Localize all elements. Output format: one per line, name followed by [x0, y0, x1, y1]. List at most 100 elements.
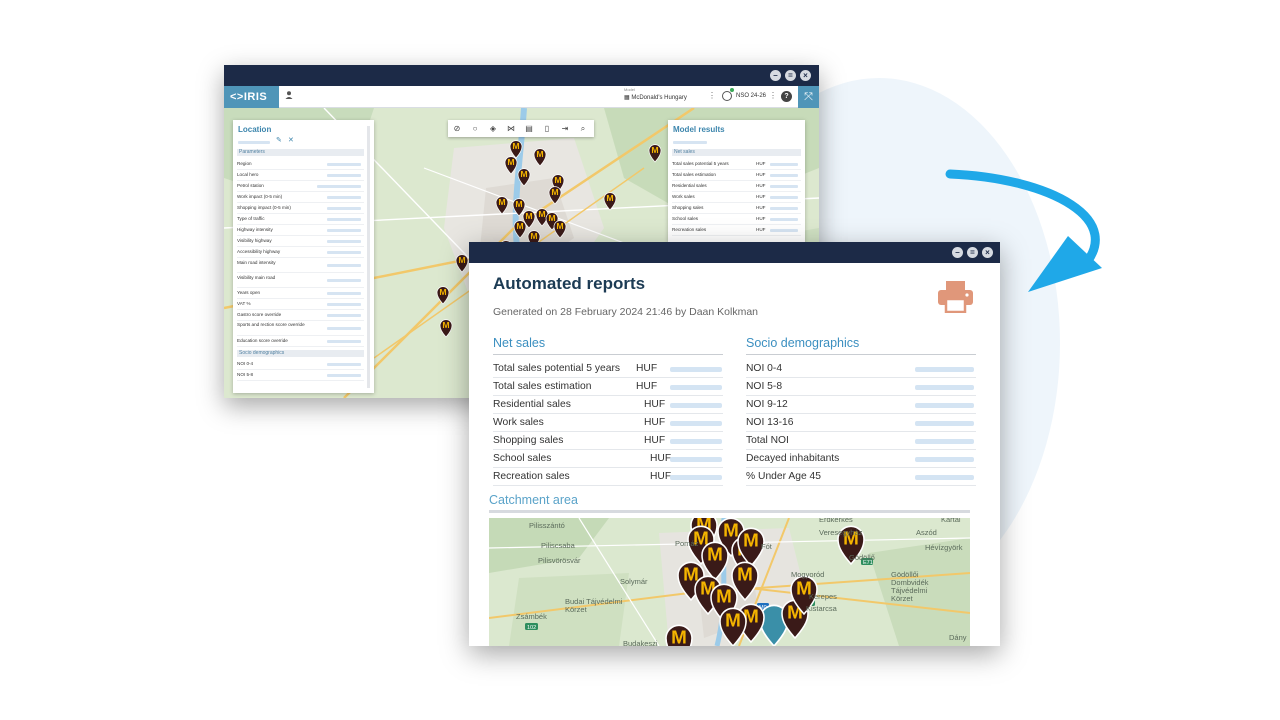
location-param-bar — [327, 240, 361, 243]
net-sales-row: School sales HUF — [493, 450, 723, 468]
socio-demo-row: NOI 9-12 — [746, 396, 976, 414]
flow-arrow-icon — [945, 169, 1102, 292]
location-param-label: Highway intensity — [237, 227, 273, 232]
report-icon[interactable]: ▯ — [538, 120, 556, 137]
svg-text:M: M — [606, 193, 613, 203]
location-value-bar — [238, 141, 270, 144]
results-label: Total sales estimation — [672, 172, 716, 177]
export-icon[interactable]: ⇥ — [556, 120, 574, 137]
location-param-bar — [327, 279, 361, 282]
more-icon-2[interactable]: ⋮ — [769, 91, 777, 100]
location-param-row[interactable]: Visibility main road — [237, 273, 364, 288]
store-marker-icon[interactable]: M — [665, 624, 693, 647]
results-bar — [770, 229, 798, 232]
location-param-bar — [327, 218, 361, 221]
map-place-label: Piliscsaba — [541, 541, 575, 550]
location-param-row[interactable]: Accessibility highway — [237, 247, 364, 258]
svg-text:M: M — [554, 175, 561, 185]
net-sales-label: Shopping sales — [493, 435, 564, 446]
net-sales-unit: HUF — [650, 471, 672, 482]
map-place-label: Dány — [949, 633, 967, 642]
location-param-row[interactable]: Highway intensity — [237, 225, 364, 236]
results-row: Total sales estimation HUF — [672, 170, 801, 181]
socio-demo-label: NOI 13-16 — [746, 417, 794, 428]
location-param-row[interactable]: Shopping impact (0-5 min) — [237, 203, 364, 214]
socio-demo-label: NOI 9-12 — [746, 399, 788, 410]
location-param-row[interactable]: Work impact (0-5 min) — [237, 192, 364, 203]
socio-row[interactable]: NOI 0-4 — [237, 359, 364, 370]
socio-demo-row: % Under Age 45 — [746, 468, 976, 486]
results-label: Recreation sales — [672, 227, 707, 232]
location-param-row[interactable]: Main road intensity — [237, 258, 364, 273]
location-param-row[interactable]: Region — [237, 159, 364, 170]
svg-text:M: M — [743, 530, 759, 551]
socio-row[interactable]: NOI 5-8 — [237, 370, 364, 381]
more-icon[interactable]: ⋮ — [708, 91, 716, 100]
catchment-map[interactable]: M31 E71 M0 102 MMMMMMMMMMMMMMMM Érdkerke… — [489, 518, 970, 646]
iris-logo[interactable]: <>IRIS — [224, 86, 279, 108]
search-icon[interactable]: ⌕ — [574, 120, 592, 137]
user-icon[interactable] — [282, 90, 296, 104]
clear-icon[interactable]: ✕ — [288, 136, 294, 144]
location-param-bar — [327, 327, 361, 330]
location-param-row[interactable]: Education score override — [237, 336, 364, 347]
select-tool-icon[interactable]: ⊘ — [448, 120, 466, 137]
circle-tool-icon[interactable]: ○ — [466, 120, 484, 137]
location-param-row[interactable]: VAT % — [237, 299, 364, 310]
location-param-bar — [317, 185, 361, 188]
net-sales-heading: Net sales — [493, 336, 546, 350]
results-value-bar — [673, 141, 707, 144]
location-param-row[interactable]: Type of traffic — [237, 214, 364, 225]
location-param-row[interactable]: Years open — [237, 288, 364, 299]
socio-bar — [327, 363, 361, 366]
maximize-button[interactable]: = — [785, 70, 796, 81]
location-param-label: Local hero — [237, 172, 259, 177]
location-param-row[interactable]: Petrol station — [237, 181, 364, 192]
expand-icon[interactable]: ⤧ — [798, 86, 819, 108]
layers-icon[interactable]: ◈ — [484, 120, 502, 137]
socio-rule — [746, 354, 976, 355]
results-unit: HUF — [756, 227, 766, 232]
results-label: Shopping sales — [672, 205, 704, 210]
socio-demo-label: Total NOI — [746, 435, 789, 446]
results-unit: HUF — [756, 183, 766, 188]
report-titlebar: – = × — [469, 242, 1000, 263]
location-param-row[interactable]: Visibility highway — [237, 236, 364, 247]
minimize-button[interactable]: – — [770, 70, 781, 81]
model-selector[interactable]: Model ▦ McDonald's Hungary — [624, 87, 709, 107]
results-unit: HUF — [756, 194, 766, 199]
net-sales-row: Recreation sales HUF — [493, 468, 723, 486]
edit-icon[interactable]: ✎ — [276, 136, 282, 144]
table-icon[interactable]: ▤ — [520, 120, 538, 137]
net-sales-label: Residential sales — [493, 399, 571, 410]
svg-text:M: M — [556, 221, 563, 231]
location-param-label: Education score override — [237, 338, 288, 343]
help-icon[interactable]: ? — [781, 91, 792, 102]
location-param-row[interactable]: Local hero — [237, 170, 364, 181]
location-param-row[interactable]: Gastro score override — [237, 310, 364, 321]
panel-scrollbar[interactable] — [367, 126, 370, 388]
results-label: Residential sales — [672, 183, 707, 188]
socio-header: Socio demographics — [237, 350, 364, 357]
map-place-label: Érdkerkes — [819, 518, 853, 524]
svg-text:M: M — [520, 169, 527, 179]
location-param-label: VAT % — [237, 301, 251, 306]
network-icon[interactable]: ⋈ — [502, 120, 520, 137]
location-param-bar — [327, 163, 361, 166]
close-button[interactable]: × — [800, 70, 811, 81]
parameters-header: Parameters — [237, 149, 364, 156]
results-bar — [770, 207, 798, 210]
svg-text:M: M — [671, 627, 687, 647]
results-row: Total sales potential 5 years HUF — [672, 159, 801, 170]
scenario-label[interactable]: NSO 24-26 — [736, 93, 766, 99]
location-param-row[interactable]: Sports and rection score override — [237, 321, 364, 336]
net-sales-bar — [670, 457, 722, 462]
net-sales-bar — [670, 367, 722, 372]
net-sales-unit: HUF — [636, 363, 658, 374]
net-sales-bar — [670, 421, 722, 426]
socio-demo-bar — [915, 475, 974, 480]
map-place-label: Hévízgyörk — [925, 543, 963, 552]
report-title: Automated reports — [493, 274, 646, 293]
location-param-label: Visibility highway — [237, 238, 272, 243]
socio-demo-row: Total NOI — [746, 432, 976, 450]
